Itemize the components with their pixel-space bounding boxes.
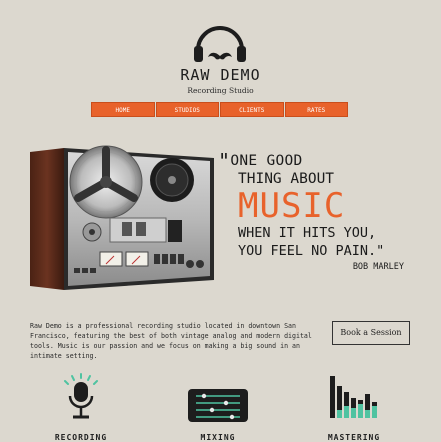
mixer-icon[interactable] <box>178 372 258 422</box>
nav-item-rates[interactable]: RATES <box>284 102 348 117</box>
quote-open-mark: " <box>218 149 231 173</box>
equalizer-icon[interactable] <box>314 372 394 422</box>
reel-to-reel-tape-deck-image <box>30 145 214 290</box>
headphones-mustache-logo-icon[interactable] <box>190 18 250 68</box>
microphone-icon[interactable] <box>41 372 121 422</box>
hero-quote: "ONE GOOD THING ABOUT MUSIC WHEN IT HITS… <box>218 149 418 272</box>
nav-item-home[interactable]: HOME <box>91 102 155 117</box>
brand-subtitle: Recording Studio <box>187 86 254 95</box>
about-text: Raw Demo is a professional recording stu… <box>30 322 312 360</box>
quote-line-5: YOU FEEL NO PAIN." <box>238 243 385 259</box>
quote-line-1: ONE GOOD <box>230 153 303 169</box>
nav-item-studios[interactable]: STUDIOS <box>155 102 219 117</box>
quote-author: BOB MARLEY <box>352 262 404 272</box>
quote-line-3: MUSIC <box>238 186 346 226</box>
main-nav: HOME STUDIOS CLIENTS RATES <box>91 102 348 117</box>
quote-line-4: WHEN IT HITS YOU, <box>238 225 377 241</box>
nav-item-clients[interactable]: CLIENTS <box>220 102 284 117</box>
book-session-button[interactable]: Book a Session <box>332 321 410 345</box>
brand-title: RAW DEMO <box>180 66 261 84</box>
